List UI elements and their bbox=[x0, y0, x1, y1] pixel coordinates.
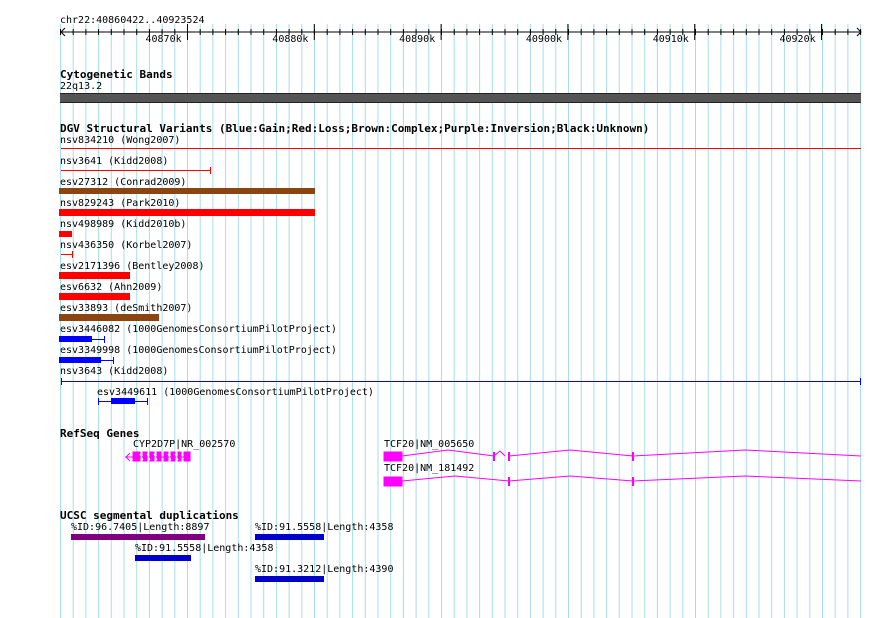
segdup-bar[interactable] bbox=[255, 534, 324, 540]
segdup-bar[interactable] bbox=[255, 576, 324, 582]
ruler-tick-label: 40920k bbox=[779, 34, 816, 45]
dgv-feature-bar[interactable] bbox=[59, 293, 130, 300]
dgv-feature-bar[interactable] bbox=[59, 231, 72, 237]
gene-model-tcf20-nm005650 bbox=[383, 449, 862, 462]
ruler-tick-label: 40910k bbox=[652, 34, 689, 45]
ruler-tick-label: 40880k bbox=[272, 34, 309, 45]
dgv-feature-bar[interactable] bbox=[61, 170, 211, 171]
dgv-feature-end-cap bbox=[72, 251, 73, 258]
dgv-feature-bar[interactable] bbox=[59, 314, 159, 321]
dgv-feature-bar[interactable] bbox=[59, 336, 92, 342]
gene-model-tcf20-nm181492[interactable] bbox=[0, 472, 890, 492]
segdup-label: %ID:91.3212|Length:4390 bbox=[255, 564, 394, 575]
segdup-track-title[interactable]: UCSC segmental duplications bbox=[60, 509, 239, 522]
ruler-tick-label: 40870k bbox=[145, 34, 182, 45]
ruler-tick-label: 40890k bbox=[399, 34, 436, 45]
cytoband-track-title[interactable]: Cytogenetic Bands bbox=[60, 68, 173, 81]
dgv-feature-end-cap bbox=[61, 378, 62, 385]
dgv-feature-label: nsv3643 (Kidd2008) bbox=[60, 366, 169, 377]
dgv-feature-label: esv3446082 (1000GenomesConsortiumPilotPr… bbox=[60, 324, 337, 335]
dgv-feature-end-cap bbox=[210, 167, 211, 174]
cytoband-label: 22q13.2 bbox=[60, 81, 103, 92]
dgv-feature-bar[interactable] bbox=[59, 272, 130, 279]
dgv-feature-bar[interactable] bbox=[61, 148, 861, 149]
cytoband-bar[interactable] bbox=[60, 93, 861, 103]
dgv-feature-end-cap bbox=[860, 378, 861, 385]
dgv-feature-line bbox=[92, 339, 104, 340]
segdup-label: %ID:96.7405|Length:8897 bbox=[71, 522, 210, 533]
dgv-feature-line bbox=[101, 360, 113, 361]
dgv-feature-end-cap bbox=[147, 398, 148, 405]
segdup-bar[interactable] bbox=[135, 555, 191, 561]
dgv-feature-bar[interactable] bbox=[61, 381, 861, 382]
refseq-track-title[interactable]: RefSeq Genes bbox=[60, 427, 139, 440]
dgv-feature-label: nsv498989 (Kidd2010b) bbox=[60, 219, 187, 230]
dgv-feature-bar[interactable] bbox=[59, 188, 315, 194]
segdup-label: %ID:91.5558|Length:4358 bbox=[135, 543, 274, 554]
gene-label: TCF20|NM_005650 bbox=[384, 439, 475, 450]
dgv-feature-bar[interactable] bbox=[59, 209, 315, 216]
dgv-feature-bar[interactable] bbox=[59, 357, 101, 363]
dgv-feature-label: esv3349998 (1000GenomesConsortiumPilotPr… bbox=[60, 345, 337, 356]
dgv-feature-label: nsv834210 (Wong2007) bbox=[60, 135, 181, 146]
dgv-feature-label: esv3449611 (1000GenomesConsortiumPilotPr… bbox=[97, 387, 374, 398]
gene-model-cyp2d7p bbox=[125, 451, 191, 462]
dgv-feature-label: nsv436350 (Korbel2007) bbox=[60, 240, 193, 251]
dgv-feature-end-cap bbox=[104, 336, 105, 343]
dgv-feature-label: nsv3641 (Kidd2008) bbox=[60, 156, 169, 167]
dgv-feature-end-cap bbox=[113, 357, 114, 364]
segdup-label: %ID:91.5558|Length:4358 bbox=[255, 522, 394, 533]
dgv-track-title[interactable]: DGV Structural Variants (Blue:Gain;Red:L… bbox=[60, 122, 649, 135]
ruler-tick-label: 40900k bbox=[525, 34, 563, 45]
dgv-feature-bar[interactable] bbox=[111, 398, 135, 404]
dgv-feature-end-cap bbox=[98, 398, 99, 405]
segdup-bar[interactable] bbox=[71, 534, 205, 540]
ruler-axis[interactable] bbox=[0, 24, 890, 48]
